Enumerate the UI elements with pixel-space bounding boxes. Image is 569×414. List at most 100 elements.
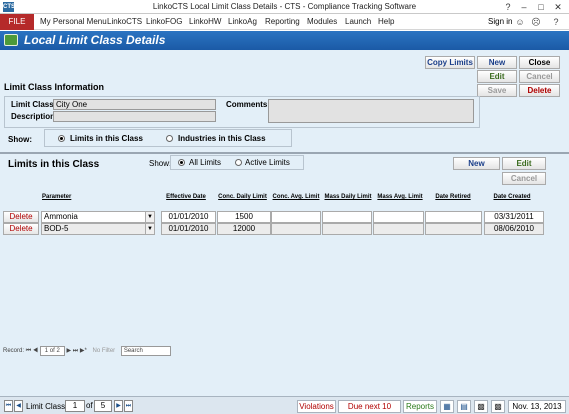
total-records-field: 5 — [94, 400, 112, 412]
mass-avg-cell[interactable] — [373, 211, 424, 223]
table-row: Delete BOD-5 ▼ 01/01/2010 12000 08/06/20… — [3, 223, 545, 235]
trash-icon[interactable]: ▩ — [491, 400, 505, 413]
col-header-conc-daily: Conc. Daily Limit — [218, 194, 267, 200]
limits-edit-button[interactable]: Edit — [502, 157, 546, 170]
show-label: Show: — [8, 135, 32, 144]
date-created-cell: 08/06/2010 — [484, 223, 544, 235]
limits-in-class-label: Limits in this Class — [70, 134, 143, 143]
chevron-down-icon[interactable]: ▼ — [145, 223, 155, 235]
close-button[interactable]: Close — [519, 56, 560, 69]
calculator-icon[interactable]: ▦ — [440, 400, 454, 413]
prev-class-icon[interactable]: ◀ — [14, 400, 23, 412]
delete-button[interactable]: Delete — [519, 84, 560, 97]
date-retired-cell[interactable] — [425, 211, 482, 223]
save-button[interactable]: Save — [477, 84, 517, 97]
limits-show-label: Show: — [149, 159, 172, 168]
menu-my-personal-menu[interactable]: My Personal Menu — [40, 14, 107, 30]
file-menu[interactable]: FILE — [0, 14, 34, 30]
limits-heading: Limits in this Class — [8, 159, 100, 170]
menu-linkocts[interactable]: LinkoCTS — [107, 14, 142, 30]
new-button[interactable]: New — [477, 56, 517, 69]
mass-daily-cell[interactable] — [322, 211, 372, 223]
of-label: of — [86, 401, 93, 410]
due-next-10-days-button[interactable]: Due next 10 days — [338, 400, 401, 414]
notes-icon[interactable]: ▤ — [457, 400, 471, 413]
conc-avg-cell[interactable] — [271, 223, 321, 235]
row-delete-button[interactable]: Delete — [3, 211, 39, 223]
conc-daily-cell[interactable]: 12000 — [217, 223, 271, 235]
window-title: LinkoCTS Local Limit Class Details - CTS… — [152, 2, 417, 11]
sign-in-link[interactable]: Sign in — [488, 14, 512, 30]
date-display: Nov. 13, 2013 — [508, 400, 566, 413]
mass-avg-cell[interactable] — [373, 223, 424, 235]
next-record-icon[interactable]: ▶ — [66, 348, 71, 354]
date-retired-cell[interactable] — [425, 223, 482, 235]
reports-button[interactable]: Reports — [403, 400, 437, 413]
all-limits-label: All Limits — [189, 158, 222, 167]
menu-linkofog[interactable]: LinkoFOG — [146, 14, 182, 30]
comments-field[interactable] — [268, 99, 474, 123]
col-header-date-created: Date Created — [493, 194, 531, 200]
conc-daily-cell[interactable]: 1500 — [217, 211, 271, 223]
date-created-cell: 03/31/2011 — [484, 211, 544, 223]
search-input[interactable]: Search — [120, 346, 171, 356]
header-banner: Local Limit Class Details — [0, 31, 569, 50]
edit-button[interactable]: Edit — [477, 70, 517, 83]
current-record-field[interactable]: 1 — [65, 400, 85, 412]
industries-in-class-radio[interactable] — [166, 135, 173, 142]
limits-in-class-radio[interactable] — [58, 135, 65, 142]
limits-cancel-button[interactable]: Cancel — [502, 172, 546, 185]
description-field[interactable] — [53, 111, 216, 122]
footer-bar: ⏮ ◀ Limit Class: 1 of 5 ▶ ⏭ Violations D… — [0, 396, 569, 414]
comments-label: Comments: — [226, 100, 271, 109]
record-position-field[interactable]: 1 of 2 — [39, 346, 65, 356]
limits-new-button[interactable]: New — [453, 157, 500, 170]
maximize-icon[interactable]: □ — [533, 1, 549, 13]
effective-date-cell[interactable]: 01/01/2010 — [161, 211, 216, 223]
violations-button[interactable]: Violations — [297, 400, 336, 413]
first-class-icon[interactable]: ⏮ — [4, 400, 13, 412]
parameter-combo[interactable]: Ammonia — [41, 211, 147, 223]
frown-icon[interactable]: ☹ — [531, 17, 541, 27]
next-class-icon[interactable]: ▶ — [114, 400, 123, 412]
menu-reporting[interactable]: Reporting — [265, 14, 300, 30]
document-icon[interactable]: ▩ — [474, 400, 488, 413]
help-icon[interactable]: ? — [500, 1, 516, 13]
menu-launch[interactable]: Launch — [345, 14, 371, 30]
mass-daily-cell[interactable] — [322, 223, 372, 235]
prev-record-icon[interactable]: ◀ — [33, 348, 38, 354]
row-delete-button[interactable]: Delete — [3, 223, 39, 235]
no-filter-label[interactable]: No Filter — [92, 348, 115, 354]
menu-bar: FILE My Personal Menu LinkoCTS LinkoFOG … — [0, 14, 569, 30]
effective-date-cell[interactable]: 01/01/2010 — [161, 223, 216, 235]
page-title: Local Limit Class Details — [24, 33, 166, 47]
col-header-mass-daily: Mass Daily Limit — [324, 194, 372, 200]
parameter-combo[interactable]: BOD-5 — [41, 223, 147, 235]
menu-modules[interactable]: Modules — [307, 14, 337, 30]
form-icon — [4, 34, 18, 46]
active-limits-label: Active Limits — [245, 158, 290, 167]
limit-class-info-heading: Limit Class Information — [4, 82, 105, 92]
chevron-down-icon[interactable]: ▼ — [145, 211, 155, 223]
copy-limits-button[interactable]: Copy Limits — [425, 56, 475, 69]
first-record-icon[interactable]: ⏮ — [26, 348, 31, 354]
smiley-icon[interactable]: ☺ — [515, 17, 525, 27]
cancel-button[interactable]: Cancel — [519, 70, 560, 83]
menu-linkohw[interactable]: LinkoHW — [189, 14, 221, 30]
conc-avg-cell[interactable] — [271, 211, 321, 223]
last-record-icon[interactable]: ⏭ — [73, 348, 78, 354]
new-record-icon[interactable]: ▶* — [80, 348, 87, 354]
active-limits-radio[interactable] — [235, 159, 242, 166]
all-limits-radio[interactable] — [178, 159, 185, 166]
footer-limit-class-label: Limit Class: — [26, 402, 68, 411]
col-header-date-retired: Date Retired — [435, 194, 471, 200]
last-class-icon[interactable]: ⏭ — [124, 400, 133, 412]
record-label: Record: — [3, 348, 25, 354]
col-header-parameter: Parameter — [42, 194, 72, 200]
menu-linkoag[interactable]: LinkoAg — [228, 14, 257, 30]
menu-help[interactable]: Help — [378, 14, 394, 30]
limit-class-field[interactable]: City One — [53, 99, 216, 110]
minimize-icon[interactable]: – — [516, 1, 532, 13]
close-window-icon[interactable]: ✕ — [550, 1, 566, 13]
help-icon[interactable]: ? — [551, 17, 561, 27]
